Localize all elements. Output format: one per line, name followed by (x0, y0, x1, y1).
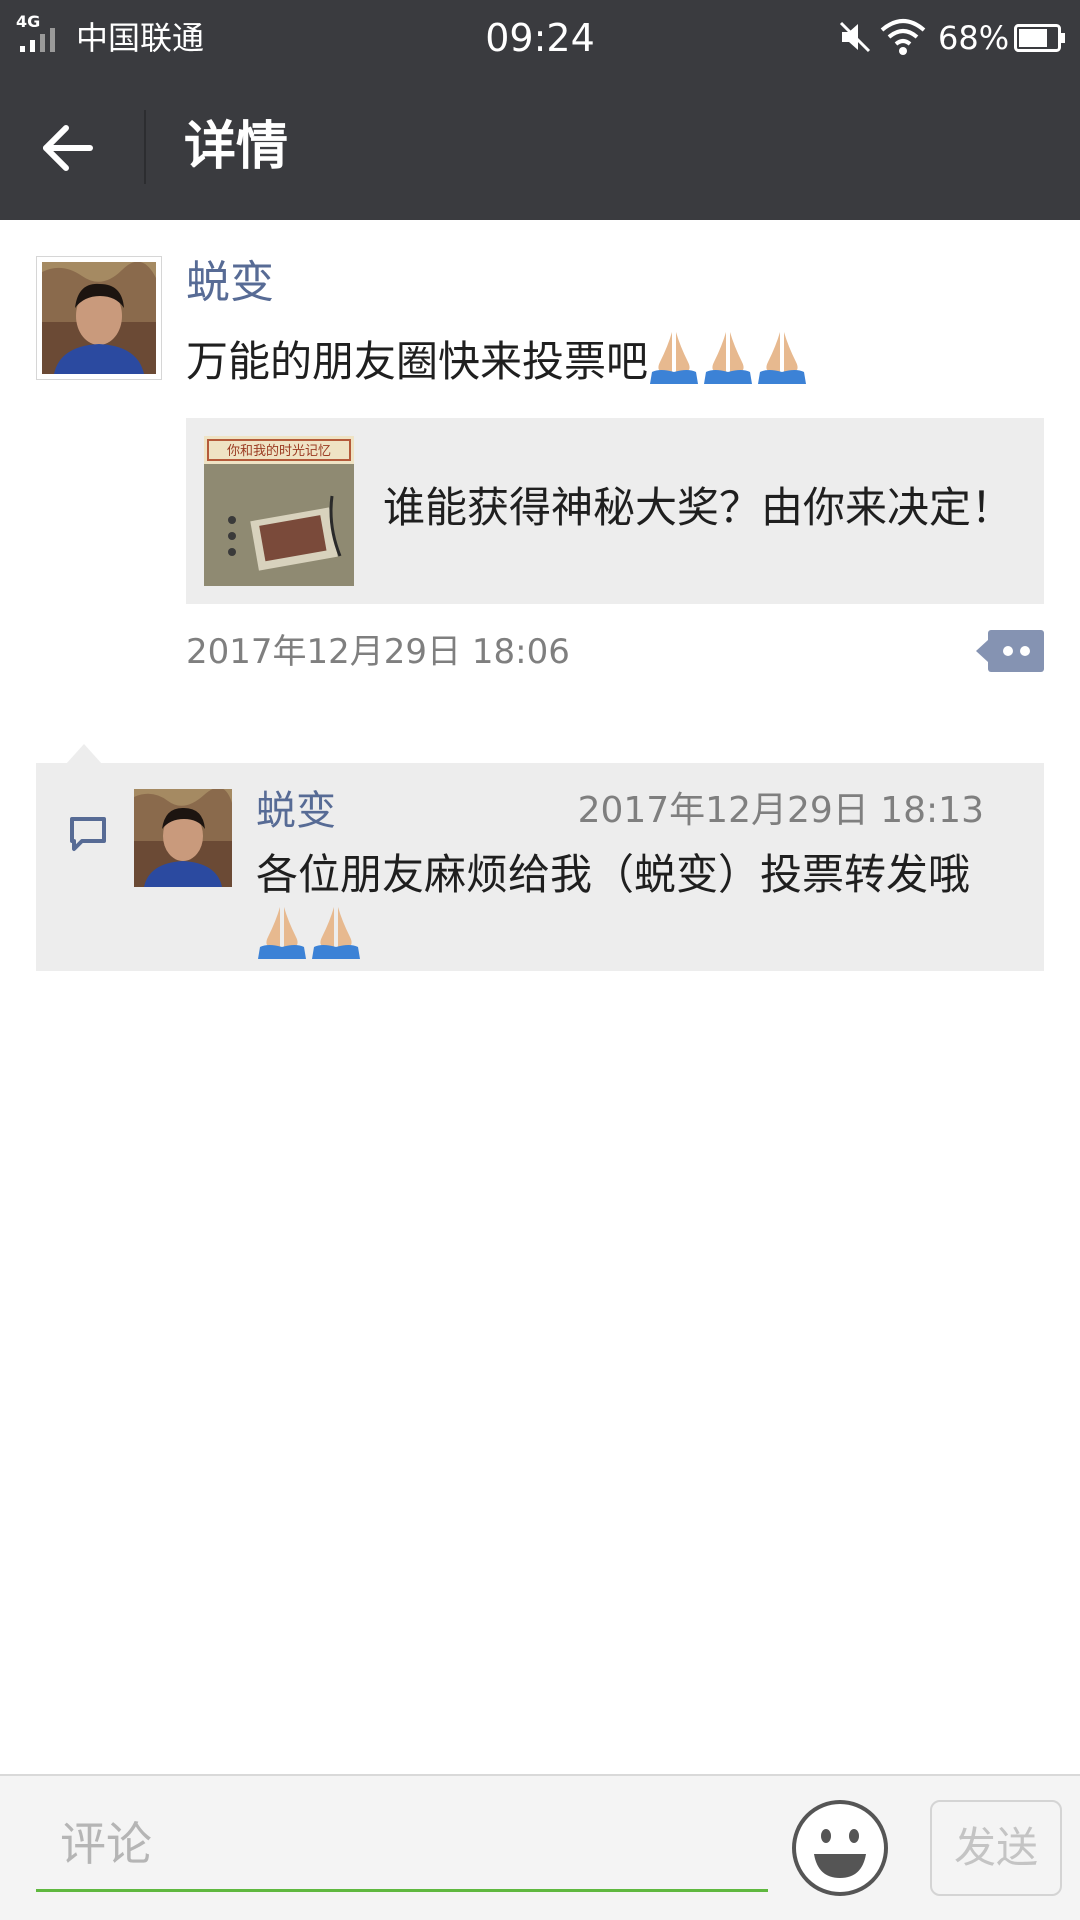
comment-author-name[interactable]: 蜕变 (256, 785, 336, 837)
wifi-icon (880, 19, 926, 55)
post-timestamp: 2017年12月29日 18:06 (186, 632, 570, 672)
page-title: 详情 (184, 117, 289, 177)
pray-emoji-icon (312, 907, 360, 959)
emoji-icon[interactable] (790, 1798, 890, 1898)
pray-emoji-icon (650, 332, 699, 384)
mute-icon (839, 21, 871, 53)
post-text-content: 万能的朋友圈快来投票吧 (186, 337, 649, 386)
shared-link-card[interactable]: 你和我的时光记忆 谁能获得神秘大奖？由你来决定！ (186, 418, 1044, 604)
pray-emoji-icon (704, 332, 753, 384)
comment-emoji-row (256, 903, 362, 959)
pray-emoji-icon (758, 332, 807, 384)
comment-input-bar: 发送 (0, 1774, 1080, 1920)
author-avatar[interactable] (36, 256, 162, 380)
comment-text: 各位朋友麻烦给我（蜕变）投票转发哦 (256, 847, 996, 965)
comment-text-content: 各位朋友麻烦给我（蜕变）投票转发哦 (256, 850, 971, 899)
post-text: 万能的朋友圈快来投票吧 (186, 328, 808, 390)
link-title: 谁能获得神秘大奖？由你来决定！ (383, 483, 1014, 532)
send-button[interactable]: 发送 (930, 1800, 1062, 1896)
header-divider (144, 110, 146, 184)
pray-emoji-icon (258, 907, 306, 959)
battery-icon (1014, 24, 1065, 52)
thumb-caption: 你和我的时光记忆 (227, 443, 331, 459)
status-bar: 4G 中国联通 09:24 68% (0, 0, 1080, 74)
comment-pointer (66, 744, 102, 764)
comment-icon (70, 817, 106, 851)
post-emoji-row (648, 328, 808, 384)
comment-timestamp: 2017年12月29日 18:13 (577, 790, 984, 831)
link-thumbnail: 你和我的时光记忆 (204, 436, 354, 586)
comment-avatar[interactable] (134, 789, 232, 887)
back-arrow-icon[interactable] (38, 118, 98, 178)
comment-section: 蜕变 2017年12月29日 18:13 各位朋友麻烦给我（蜕变）投票转发哦 (36, 763, 1044, 971)
title-bar: 详情 (0, 74, 1080, 220)
avatar-photo (42, 262, 156, 374)
battery-percent: 68% (938, 19, 1010, 57)
more-actions-icon[interactable] (976, 628, 1044, 674)
comment-input[interactable] (36, 1798, 768, 1892)
post-author-name[interactable]: 蜕变 (186, 256, 274, 310)
